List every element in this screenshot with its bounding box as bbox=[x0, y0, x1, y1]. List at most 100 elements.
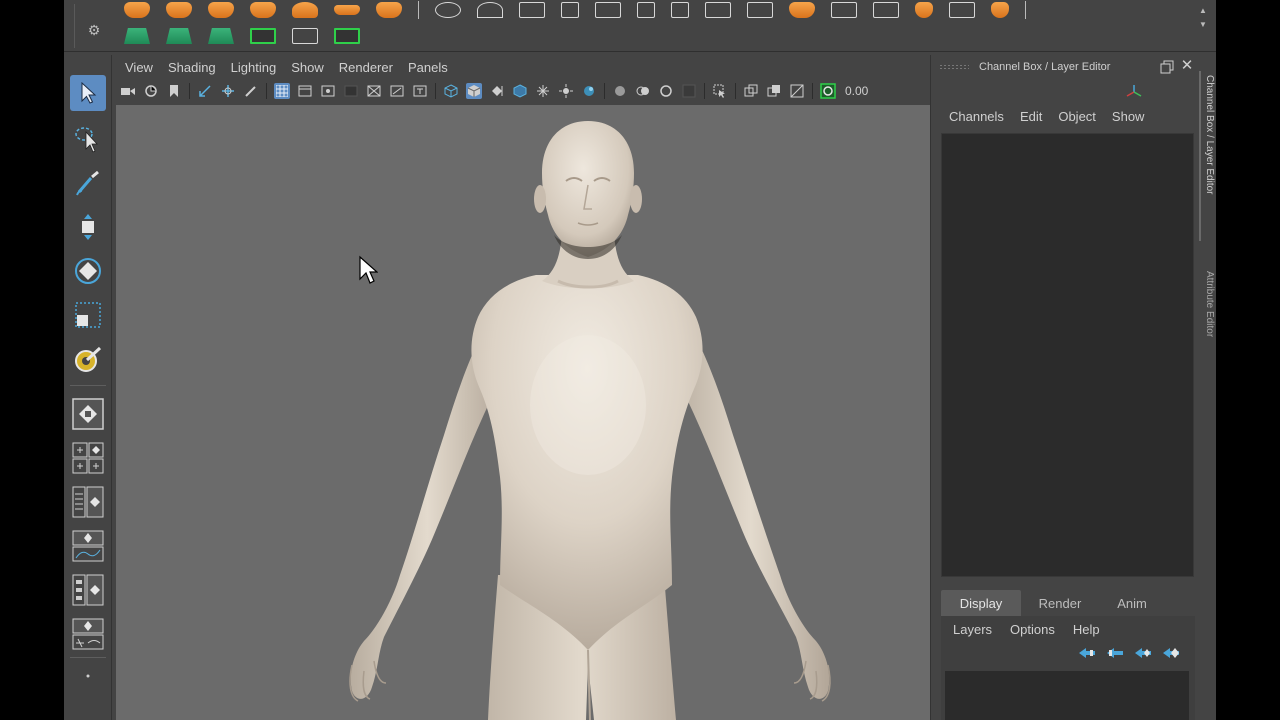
two-d-pan-zoom-icon[interactable] bbox=[220, 83, 236, 99]
single-perspective-icon[interactable] bbox=[70, 397, 106, 431]
tab-anim[interactable]: Anim bbox=[1099, 590, 1165, 616]
persp-graph-icon[interactable] bbox=[70, 529, 106, 563]
float-panel-icon[interactable] bbox=[1160, 60, 1174, 74]
move-tool-icon[interactable] bbox=[70, 209, 106, 245]
menu-panels[interactable]: Panels bbox=[408, 60, 448, 75]
persp-hypershade-icon[interactable] bbox=[70, 573, 106, 607]
menu-renderer[interactable]: Renderer bbox=[339, 60, 393, 75]
film-gate-icon[interactable] bbox=[297, 83, 313, 99]
poly-plane-icon[interactable] bbox=[334, 5, 360, 15]
menu-help[interactable]: Help bbox=[1073, 622, 1100, 637]
poly-cone-icon[interactable] bbox=[250, 2, 276, 18]
close-icon[interactable]: ✕ bbox=[1179, 58, 1195, 74]
exposure-value[interactable]: 0.00 bbox=[845, 84, 868, 98]
bevel-icon[interactable] bbox=[747, 2, 773, 18]
layer-list[interactable] bbox=[945, 671, 1189, 720]
paint-select-icon[interactable] bbox=[70, 165, 106, 201]
mirror-icon[interactable] bbox=[789, 2, 815, 18]
menu-channels[interactable]: Channels bbox=[949, 109, 1004, 124]
image-plane-icon[interactable] bbox=[197, 83, 213, 99]
channel-list[interactable] bbox=[941, 133, 1194, 577]
create-layer-from-selected-icon[interactable] bbox=[1161, 645, 1181, 661]
unfold-icon[interactable] bbox=[991, 2, 1009, 18]
channel-box-titlebar[interactable]: Channel Box / Layer Editor ✕ bbox=[931, 55, 1216, 79]
menu-show[interactable]: Show bbox=[1112, 109, 1145, 124]
motion-blur-icon[interactable] bbox=[612, 83, 628, 99]
grid-icon[interactable] bbox=[274, 83, 290, 99]
menu-shading[interactable]: Shading bbox=[168, 60, 216, 75]
combine-icon[interactable] bbox=[435, 2, 461, 18]
tab-attribute-editor[interactable]: Attribute Editor bbox=[1201, 271, 1215, 337]
field-chart-icon[interactable] bbox=[366, 83, 382, 99]
curve-tool-icon[interactable] bbox=[250, 28, 276, 44]
menu-show[interactable]: Show bbox=[291, 60, 324, 75]
smooth-shade-icon[interactable] bbox=[466, 83, 482, 99]
tab-channel-box[interactable]: Channel Box / Layer Editor bbox=[1201, 75, 1215, 195]
auto-seams-icon[interactable] bbox=[949, 2, 975, 18]
xray-active-icon[interactable] bbox=[766, 83, 782, 99]
poly-disc-icon[interactable] bbox=[376, 2, 402, 18]
shadows-icon[interactable] bbox=[558, 83, 574, 99]
four-view-icon[interactable] bbox=[70, 441, 106, 475]
multi-cut-icon[interactable] bbox=[671, 2, 689, 18]
grease-pencil-icon[interactable] bbox=[243, 83, 259, 99]
target-weld-icon[interactable] bbox=[705, 2, 731, 18]
layer-assign-icon[interactable] bbox=[166, 28, 192, 44]
poly-torus-icon[interactable] bbox=[292, 2, 318, 18]
render-grid-icon[interactable] bbox=[292, 28, 318, 44]
bridge-icon[interactable] bbox=[595, 2, 621, 18]
more-icon[interactable] bbox=[70, 659, 106, 693]
menu-edit[interactable]: Edit bbox=[1020, 109, 1042, 124]
camera-attributes-icon[interactable] bbox=[143, 83, 159, 99]
move-layer-down-icon[interactable] bbox=[1105, 645, 1125, 661]
scale-tool-icon[interactable] bbox=[70, 297, 106, 333]
persp-uv-icon[interactable] bbox=[70, 617, 106, 651]
last-tool-icon[interactable] bbox=[70, 341, 106, 377]
shelf-gear-icon[interactable]: ⚙ bbox=[86, 22, 102, 38]
axis-icon[interactable] bbox=[1125, 83, 1143, 101]
drag-grip-icon[interactable] bbox=[939, 64, 969, 70]
resolution-gate-icon[interactable] bbox=[320, 83, 336, 99]
grid-fill-icon[interactable] bbox=[637, 2, 655, 18]
use-all-lights-icon[interactable] bbox=[535, 83, 551, 99]
move-layer-up-icon[interactable] bbox=[1077, 645, 1097, 661]
create-empty-layer-icon[interactable] bbox=[1133, 645, 1153, 661]
separate-icon[interactable] bbox=[477, 2, 503, 18]
wireframe-on-shaded-icon[interactable] bbox=[489, 83, 505, 99]
smooth-icon[interactable] bbox=[519, 2, 545, 18]
menu-lighting[interactable]: Lighting bbox=[231, 60, 277, 75]
uv-editor-icon[interactable] bbox=[873, 2, 899, 18]
poly-cube-icon[interactable] bbox=[166, 2, 192, 18]
poly-cylinder-icon[interactable] bbox=[208, 2, 234, 18]
menu-view[interactable]: View bbox=[125, 60, 153, 75]
tab-display[interactable]: Display bbox=[941, 590, 1021, 616]
safe-action-icon[interactable] bbox=[389, 83, 405, 99]
checker-tool-icon[interactable] bbox=[334, 28, 360, 44]
select-camera-icon[interactable] bbox=[120, 83, 136, 99]
layer-stack-icon[interactable] bbox=[208, 28, 234, 44]
xray-joints-icon[interactable] bbox=[743, 83, 759, 99]
shelf-scroll-arrows[interactable]: ▲ ▼ bbox=[1198, 4, 1208, 44]
planar-map-icon[interactable] bbox=[915, 2, 933, 18]
menu-layers[interactable]: Layers bbox=[953, 622, 992, 637]
multisample-aa-icon[interactable] bbox=[635, 83, 651, 99]
uv-layout-icon[interactable] bbox=[831, 2, 857, 18]
textured-icon[interactable] bbox=[512, 83, 528, 99]
select-arrow-icon[interactable] bbox=[70, 75, 106, 111]
backface-cull-icon[interactable] bbox=[789, 83, 805, 99]
persp-outliner-icon[interactable] bbox=[70, 485, 106, 519]
layer-create-icon[interactable] bbox=[124, 28, 150, 44]
menu-options[interactable]: Options bbox=[1010, 622, 1055, 637]
depth-of-field-icon[interactable] bbox=[658, 83, 674, 99]
bookmarks-icon[interactable] bbox=[166, 83, 182, 99]
lasso-select-icon[interactable] bbox=[70, 121, 106, 157]
ambient-occlusion-icon[interactable] bbox=[581, 83, 597, 99]
gate-mask-icon[interactable] bbox=[343, 83, 359, 99]
extrude-icon[interactable] bbox=[561, 2, 579, 18]
exposure-icon[interactable] bbox=[820, 83, 836, 99]
wireframe-icon[interactable] bbox=[443, 83, 459, 99]
menu-object[interactable]: Object bbox=[1058, 109, 1096, 124]
perspective-viewport[interactable] bbox=[116, 105, 930, 720]
safe-title-icon[interactable] bbox=[412, 83, 428, 99]
xray-icon[interactable] bbox=[712, 83, 728, 99]
